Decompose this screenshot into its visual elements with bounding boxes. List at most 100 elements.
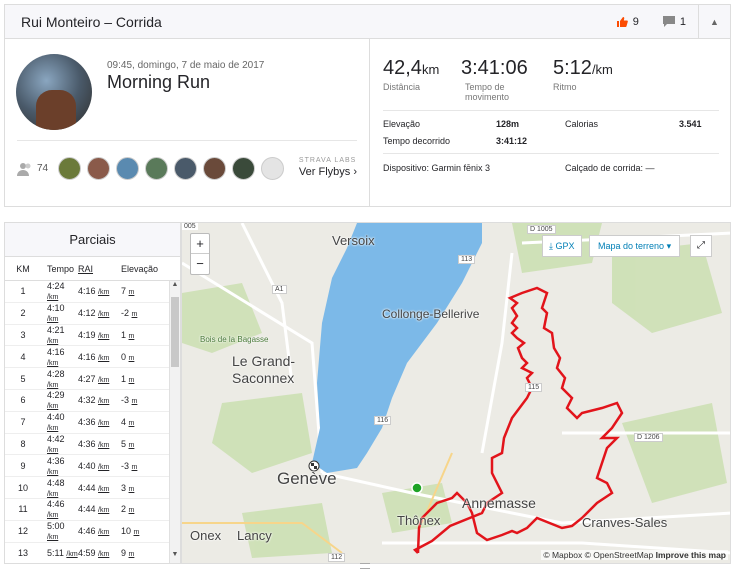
mapbox-attribution[interactable]: © Mapbox — [543, 550, 582, 560]
map-type-dropdown[interactable]: Mapa do terreno ▾ — [589, 235, 681, 257]
avatar[interactable] — [87, 157, 111, 180]
road-sign-113: 113 — [458, 255, 476, 264]
split-gap: 4:44 /km — [78, 504, 110, 515]
split-gap: 4:16 /km — [78, 286, 110, 297]
road-sign-116: 116 — [374, 416, 392, 425]
scroll-down-icon[interactable]: ▼ — [170, 551, 180, 563]
activity-owner-title[interactable]: Rui Monteiro – Corrida — [5, 14, 604, 30]
comments-button[interactable]: 1 — [651, 5, 698, 38]
flyby-block: STRAVA LABS Ver Flybys › — [299, 157, 357, 178]
split-km: 2 — [20, 308, 26, 319]
activity-name: Morning Run — [107, 72, 211, 92]
osm-attribution[interactable]: © OpenStreetMap — [585, 550, 654, 560]
avatar[interactable] — [261, 157, 285, 180]
road-sign-005: 005 — [182, 223, 198, 230]
elapsed-time-label: Tempo decorrido — [383, 136, 451, 146]
table-row[interactable]: 12 5:00 /km 4:46 /km 10 m — [5, 521, 180, 543]
fullscreen-icon: ⤢ — [697, 240, 705, 251]
table-row[interactable]: 7 4:40 /km 4:36 /km 4 m — [5, 412, 180, 434]
split-km: 1 — [20, 286, 26, 297]
split-elevation: -2 m — [121, 308, 138, 319]
table-row[interactable]: 1 4:24 /km 4:16 /km 7 m — [5, 281, 180, 303]
avatar[interactable] — [116, 157, 140, 180]
elevation-label: Elevação — [383, 119, 421, 129]
fullscreen-button[interactable]: ⤢ — [690, 235, 712, 257]
table-row[interactable]: 5 4:28 /km 4:27 /km 1 m — [5, 368, 180, 390]
split-gap: 4:19 /km — [78, 329, 110, 340]
avatar[interactable] — [203, 157, 227, 180]
table-row[interactable]: 6 4:29 /km 4:32 /km -3 m — [5, 390, 180, 412]
distance-label: Distância — [383, 82, 421, 92]
gap-header[interactable]: RAI — [78, 264, 115, 274]
map-label-cranves: Cranves-Sales — [582, 515, 668, 530]
device-info: Dispositivo: Garmin fēnix 3 — [383, 163, 491, 173]
table-row[interactable]: 10 4:48 /km 4:44 /km 3 m — [5, 477, 180, 499]
table-row[interactable]: 2 4:10 /km 4:12 /km -2 m — [5, 303, 180, 325]
split-elevation: 7 m — [121, 286, 135, 297]
table-row[interactable]: 11 4:46 /km 4:44 /km 2 m — [5, 499, 180, 521]
download-icon: ⤓ — [549, 241, 553, 251]
split-km: 7 — [20, 417, 26, 428]
map-label-annemasse: Annemasse — [462, 495, 536, 511]
moving-time-stat: 3:41:06 Tempo de movimento — [461, 57, 528, 102]
scroll-up-icon[interactable]: ▲ — [170, 281, 180, 293]
resize-handle[interactable] — [360, 563, 370, 569]
split-km: 6 — [20, 395, 26, 406]
table-row[interactable]: 3 4:21 /km 4:19 /km 1 m — [5, 325, 180, 347]
map-label-collonge: Collonge-Bellerive — [382, 307, 480, 321]
map-label-geneve: Genève — [277, 469, 337, 488]
moving-time-value: 3:41:06 — [461, 57, 528, 79]
splits-panel: Parciais KM Tempo RAI Elevação 1 4:24 /km… — [4, 222, 181, 564]
kudos-button[interactable]: 9 — [604, 5, 651, 38]
activity-info-pane: 09:45, domingo, 7 de maio de 2017 Mornin… — [5, 39, 370, 207]
divider — [17, 140, 357, 141]
split-gap: 4:12 /km — [78, 308, 110, 319]
split-km: 12 — [17, 526, 28, 537]
table-row[interactable]: 13 5:11 /km 4:59 /km 9 m — [5, 543, 180, 563]
table-row[interactable]: 4 4:16 /km 4:16 /km 0 m — [5, 346, 180, 369]
avatar[interactable] — [16, 54, 92, 130]
avatar[interactable] — [145, 157, 169, 180]
pace-stat: 5:12/km Ritmo — [553, 57, 613, 92]
split-elevation: -3 m — [121, 395, 138, 406]
achievers-count: 74 — [37, 163, 49, 174]
table-row[interactable]: 9 4:36 /km 4:40 /km -3 m — [5, 455, 180, 478]
road-sign-112: 112 — [328, 553, 346, 562]
flyby-link[interactable]: Ver Flybys › — [299, 166, 357, 178]
collapse-button[interactable]: ▲ — [698, 5, 730, 38]
split-gap: 4:27 /km — [78, 373, 110, 384]
gpx-download-button[interactable]: ⤓ GPX — [542, 235, 582, 257]
activity-date: 09:45, domingo, 7 de maio de 2017 — [107, 60, 265, 71]
kudos-count: 9 — [632, 15, 639, 28]
split-elevation: 9 m — [121, 547, 135, 558]
comments-count: 1 — [679, 15, 686, 28]
improve-map-link[interactable]: Improve this map — [656, 550, 726, 560]
avatar[interactable] — [232, 157, 256, 180]
zoom-in-button[interactable]: + — [191, 234, 209, 254]
split-pace: 4:28 /km — [47, 368, 65, 389]
elevation-value: 128m — [496, 119, 520, 129]
route-map[interactable]: Versoix Collonge-Bellerive Le Grand- Sac… — [181, 222, 731, 564]
splits-scrollbar[interactable]: ▲ ▼ — [169, 281, 180, 563]
group-icon — [17, 162, 31, 176]
calories-label: Calorias — [565, 119, 599, 129]
avatar[interactable] — [174, 157, 198, 180]
gpx-label: GPX — [555, 241, 575, 251]
map-label-bagasse: Bois de la Bagasse — [200, 335, 269, 344]
road-sign-a1: A1 — [272, 285, 287, 294]
split-elevation: 1 m — [121, 329, 135, 340]
thumbs-up-icon — [616, 16, 628, 27]
activity-summary-card: Rui Monteiro – Corrida 9 1 ▲ 09:45, domi… — [4, 4, 731, 207]
split-km: 3 — [20, 329, 26, 340]
scrollbar-thumb[interactable] — [171, 297, 179, 367]
split-gap: 4:46 /km — [78, 526, 110, 537]
avatar[interactable] — [58, 157, 82, 180]
split-pace: 4:29 /km — [47, 390, 65, 411]
distance-unit: km — [421, 62, 440, 77]
split-pace: 5:11 /km — [47, 547, 78, 558]
table-row[interactable]: 8 4:42 /km 4:36 /km 5 m — [5, 434, 180, 456]
split-gap: 4:40 /km — [78, 460, 110, 471]
map-label-lancy: Lancy — [237, 528, 272, 543]
split-gap: 4:36 /km — [78, 438, 110, 449]
zoom-out-button[interactable]: − — [191, 254, 209, 274]
